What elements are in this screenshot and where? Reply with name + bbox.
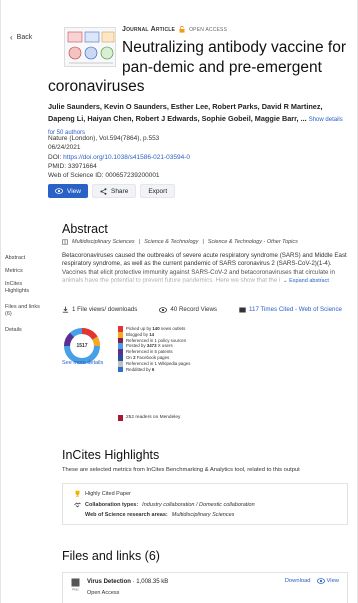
file-name: Virus Detection — [87, 579, 131, 585]
see-more-details-link[interactable]: See more details — [62, 360, 103, 366]
altmetric-score: 1517 — [76, 343, 88, 349]
incites-subtitle: These are selected metrics from InCites … — [62, 467, 300, 473]
incites-panel: Highly Cited Paper Collaboration types: … — [62, 483, 348, 525]
trophy-icon — [75, 490, 80, 497]
share-label: Share — [110, 187, 129, 195]
image-file-icon: PNG — [71, 578, 80, 591]
share-icon — [100, 187, 107, 195]
incites-heading: InCites Highlights — [62, 448, 160, 462]
collaboration-value: Industry collaboration / Domestic collab… — [142, 501, 255, 508]
expand-abstract-button[interactable]: ⌄ Expand abstract — [280, 278, 329, 284]
sidebar-item-details[interactable]: Details — [5, 327, 22, 334]
collaboration-label: Collaboration types: — [85, 501, 139, 508]
view-button[interactable]: View — [48, 184, 88, 198]
record-views-metric: 40 Record Views — [159, 306, 217, 313]
file-views-metric: 1 File views/ downloads — [62, 306, 137, 313]
category-2: Science & Technology — [144, 239, 199, 245]
citation-icon — [239, 307, 246, 312]
altmetric-swatch — [118, 366, 123, 373]
back-button[interactable]: ‹ Back — [10, 33, 32, 42]
handshake-icon — [74, 502, 81, 508]
share-button[interactable]: Share — [91, 184, 137, 198]
article-type: Journal Article — [122, 26, 176, 33]
category-sep-2: | — [202, 239, 204, 245]
authors-names: Julie Saunders, Kevin O Saunders, Esther… — [48, 102, 323, 123]
expand-label: Expand abstract — [289, 278, 329, 284]
export-label: Export — [148, 187, 168, 195]
chevron-down-icon: ⌄ — [283, 278, 288, 284]
categories: Multidisciplinary Sciences | Science & T… — [62, 239, 298, 245]
sidebar-item-incites[interactable]: InCites Highlights — [5, 281, 41, 295]
download-link[interactable]: Download — [285, 578, 311, 584]
article-title-continued: coronaviruses — [48, 78, 145, 95]
altmetric-list: Picked up by 140 news outlets Blogged by … — [118, 326, 190, 373]
file-item: PNG Virus Detection · 1,008.35 kB Open A… — [62, 572, 348, 603]
export-button[interactable]: Export — [140, 184, 176, 198]
article-type-line: Journal Article OPEN ACCESS — [122, 26, 227, 33]
article-metadata: Nature (London), Vol.594(7864), p.553 06… — [48, 134, 190, 180]
source-line: Nature (London), Vol.594(7864), p.553 — [48, 135, 160, 142]
collaboration-row: Collaboration types: Industry collaborat… — [74, 501, 255, 508]
mendeley-readers: 252 readers on Mendeley — [118, 415, 180, 421]
file-views-text: 1 File views/ downloads — [72, 306, 138, 313]
altmetric-row-text: Redditted by 6 — [126, 366, 155, 372]
category-sep-1: | — [138, 239, 141, 245]
highly-cited-row: Highly Cited Paper — [74, 490, 131, 497]
times-cited-link[interactable]: 117 Times Cited - Web of Science — [249, 306, 342, 313]
file-size: · 1,008.35 kB — [130, 579, 169, 585]
wos-id: Web of Science ID: 000657239200001 — [48, 172, 160, 180]
sidebar-item-metrics[interactable]: Metrics — [5, 268, 23, 275]
category-3: Science & Technology - Other Topics — [207, 239, 298, 245]
record-views-text: 40 Record Views — [170, 306, 218, 313]
abstract-heading: Abstract — [62, 222, 108, 236]
file-type: PNG — [72, 587, 79, 591]
doi-prefix: DOI: — [48, 153, 64, 161]
category-1: Multidisciplinary Sciences — [72, 239, 135, 245]
open-lock-icon — [179, 26, 185, 33]
action-buttons: View Share Export — [48, 184, 176, 198]
times-cited-metric[interactable]: 117 Times Cited - Web of Science — [239, 306, 342, 313]
chevron-left-icon: ‹ — [10, 33, 13, 42]
files-heading: Files and links (6) — [62, 549, 160, 563]
book-icon — [62, 239, 68, 245]
back-label: Back — [16, 34, 33, 41]
sidebar-item-files[interactable]: Files and links (6) — [5, 304, 41, 318]
research-area-value: Multidisciplinary Sciences — [171, 512, 235, 518]
view-label: View — [67, 187, 81, 195]
pmid: PMID: 33971664 — [48, 162, 97, 170]
eye-icon — [159, 306, 168, 313]
eye-icon — [316, 578, 325, 584]
altmetric-row: Redditted by 6 — [118, 366, 190, 373]
mendeley-swatch — [118, 415, 123, 421]
file-view-link[interactable]: View — [316, 578, 339, 584]
sidebar-item-abstract[interactable]: Abstract — [5, 255, 25, 262]
publication-date: 06/24/2021 — [48, 144, 81, 152]
file-name-line: Virus Detection · 1,008.35 kB — [87, 579, 168, 585]
doi-link[interactable]: https://doi.org/10.1038/s41586-021-03594… — [63, 154, 190, 161]
highly-cited-label: Highly Cited Paper — [85, 490, 131, 497]
doi-line: DOI: https://doi.org/10.1038/s41586-021-… — [48, 153, 190, 162]
file-actions: Download View — [285, 578, 339, 584]
download-icon — [62, 306, 69, 313]
file-access: Open Access — [87, 590, 120, 596]
metrics-row: 1 File views/ downloads 40 Record Views … — [62, 306, 342, 313]
article-thumbnail — [64, 27, 116, 67]
article-title: Neutralizing antibody vaccine for pan-de… — [122, 39, 347, 76]
research-area-row: Web of Science research areas: Multidisc… — [85, 512, 234, 518]
eye-icon — [55, 188, 63, 194]
research-area-label: Web of Science research areas: — [85, 512, 168, 518]
open-access-label: OPEN ACCESS — [189, 26, 228, 33]
file-view-label: View — [326, 578, 339, 584]
mendeley-text: 252 readers on Mendeley — [126, 415, 181, 421]
